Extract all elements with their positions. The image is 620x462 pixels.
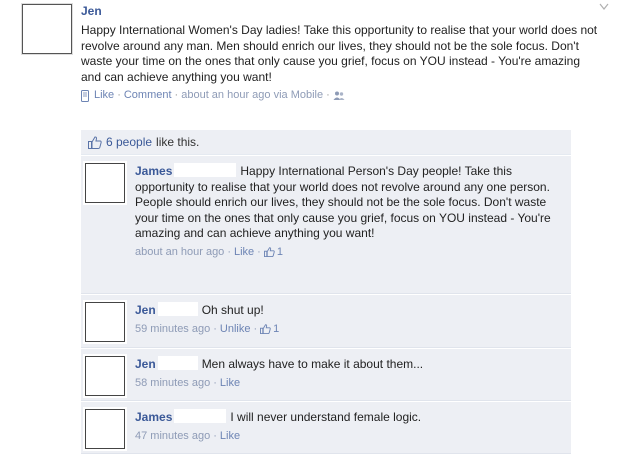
comment-item: James I will never understand female logi… bbox=[81, 401, 571, 454]
comment-meta: about an hour ago · Like · 1 bbox=[135, 245, 555, 260]
author-avatar[interactable] bbox=[22, 4, 72, 54]
comment-like-number: 1 bbox=[273, 322, 280, 335]
thumbs-up-icon bbox=[88, 135, 102, 149]
commenter-name[interactable]: Jen bbox=[135, 357, 156, 373]
comment-time[interactable]: 58 minutes ago bbox=[135, 376, 210, 391]
story-body: Jen Happy International Women's Day ladi… bbox=[81, 4, 601, 103]
meta-separator: · bbox=[227, 245, 231, 258]
like-link[interactable]: Like bbox=[94, 88, 114, 103]
meta-separator: · bbox=[213, 429, 217, 442]
comment-meta: 59 minutes ago · Unlike · 1 bbox=[135, 322, 555, 337]
name-redaction bbox=[174, 163, 237, 177]
meta-separator: · bbox=[253, 322, 258, 335]
comment-item: Jen Oh shut up! 59 minutes ago · Unlike ·… bbox=[81, 294, 571, 348]
comment-time[interactable]: 59 minutes ago bbox=[135, 322, 210, 337]
comment-meta: 47 minutes ago · Like bbox=[135, 429, 555, 444]
likes-count-link[interactable]: 6 people bbox=[106, 135, 152, 150]
meta-separator: · bbox=[213, 322, 217, 335]
commenter-avatar[interactable] bbox=[85, 163, 125, 203]
comment-body: James Happy International Person's Day pe… bbox=[135, 163, 555, 260]
commenter-name[interactable]: James bbox=[135, 164, 172, 180]
comment-unlike-link[interactable]: Unlike bbox=[220, 322, 251, 337]
commenter-avatar[interactable] bbox=[85, 356, 125, 396]
comment-time[interactable]: 47 minutes ago bbox=[135, 429, 210, 444]
comment-like-link[interactable]: Like bbox=[220, 376, 240, 391]
post-meta: Like · Comment · about an hour ago via M… bbox=[81, 88, 601, 103]
mobile-phone-icon bbox=[81, 89, 89, 102]
commenter-avatar[interactable] bbox=[85, 409, 125, 449]
comment-item: Jen Men always have to make it about them… bbox=[81, 348, 571, 401]
meta-separator: · bbox=[326, 89, 330, 102]
post-author-name[interactable]: Jen bbox=[81, 4, 102, 19]
meta-separator: · bbox=[174, 89, 179, 102]
comment-item: James Happy International Person's Day pe… bbox=[81, 155, 571, 294]
comment-meta: 58 minutes ago · Like bbox=[135, 376, 555, 391]
comment-text: I will never understand female logic. bbox=[230, 410, 422, 424]
post-timestamp[interactable]: about an hour ago via Mobile bbox=[181, 88, 323, 103]
comment-body: James I will never understand female logi… bbox=[135, 409, 555, 444]
comment-like-count[interactable]: 1 bbox=[263, 245, 283, 260]
name-redaction bbox=[157, 302, 198, 316]
comment-time[interactable]: about an hour ago bbox=[135, 245, 224, 260]
meta-separator: · bbox=[213, 376, 217, 389]
feedback-section: 6 people like this. James Happy Internati… bbox=[81, 130, 571, 454]
meta-separator: · bbox=[257, 245, 261, 258]
comment-body: Jen Men always have to make it about them… bbox=[135, 356, 555, 391]
post-message: Happy International Women's Day ladies! … bbox=[81, 23, 598, 84]
comment-body: Jen Oh shut up! 59 minutes ago · Unlike ·… bbox=[135, 302, 555, 337]
commenter-avatar[interactable] bbox=[85, 302, 125, 342]
thumbs-up-icon bbox=[263, 247, 275, 257]
name-redaction bbox=[157, 356, 198, 370]
comment-like-link[interactable]: Like bbox=[234, 245, 254, 260]
commenter-name[interactable]: James bbox=[135, 410, 172, 426]
friends-icon bbox=[333, 91, 345, 101]
likes-summary: 6 people like this. bbox=[81, 130, 571, 155]
comment-like-link[interactable]: Like bbox=[220, 429, 240, 444]
comment-text: Oh shut up! bbox=[201, 303, 264, 317]
name-redaction bbox=[174, 409, 227, 423]
meta-separator: · bbox=[117, 89, 121, 102]
comment-link[interactable]: Comment bbox=[124, 88, 172, 103]
commenter-name[interactable]: Jen bbox=[135, 303, 156, 319]
comment-text: Men always have to make it about them... bbox=[201, 357, 424, 371]
comment-like-number: 1 bbox=[276, 245, 283, 258]
comment-like-count[interactable]: 1 bbox=[260, 322, 279, 337]
likes-suffix: like this. bbox=[156, 134, 200, 149]
thumbs-up-icon bbox=[260, 324, 271, 334]
